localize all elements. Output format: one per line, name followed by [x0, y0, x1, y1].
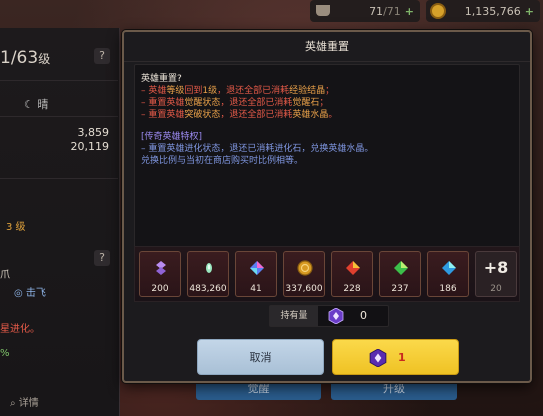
evolve-hint: 星进化。: [0, 324, 40, 335]
percent-label: %: [0, 348, 10, 359]
weather-label: ☾ 晴: [24, 98, 49, 111]
holdings-label: 持有量: [270, 306, 318, 326]
refund-item[interactable]: 337,600: [283, 251, 325, 297]
cancel-button[interactable]: 取消: [197, 339, 324, 375]
divider: [0, 116, 118, 117]
skill-tag: ◎ 击飞: [14, 288, 46, 299]
reset-crystal-icon: [369, 349, 387, 367]
stamina-value: 71: [369, 4, 384, 18]
legend-header: [传奇英雄特权]: [141, 132, 203, 142]
more-items-qty: 20: [490, 284, 502, 294]
more-items-count: +8: [483, 258, 509, 277]
red-stone-icon: [346, 261, 360, 275]
refund-item[interactable]: 483,260: [187, 251, 229, 297]
desc-line-awaken: – 重置英雄觉醒状态，退还全部已消耗觉醒石；: [141, 98, 329, 108]
dialog-title: 英雄重置: [124, 32, 530, 62]
stamina-bar: 71/71 +: [310, 0, 420, 22]
reset-crystal-icon: [328, 308, 344, 324]
hero-info-panel: 1/63级 ? ☾ 晴 3,859 20,119 3 级 ? 爪 ◎ 击飞 星进…: [0, 28, 120, 416]
help-button[interactable]: ?: [94, 48, 110, 64]
hero-reset-dialog: 英雄重置 英雄重置? – 英雄等级回到1级，退还全部已消耗经验结晶； – 重置英…: [122, 30, 532, 383]
divider: [0, 178, 118, 179]
stat-attack: 3,859: [77, 126, 110, 139]
skill-help-button[interactable]: ?: [94, 250, 110, 266]
rank-label: 3 级: [6, 222, 26, 233]
legend-line-1: – 重置英雄进化状态，退还已消耗进化石，兑换英雄水晶。: [141, 144, 374, 154]
exp-crystal-icon: [206, 263, 212, 273]
gold-coin-icon: [430, 3, 446, 19]
desc-line-level: – 英雄等级回到1级，退还全部已消耗经验结晶；: [141, 86, 335, 96]
gold-value: 1,135,766: [464, 4, 521, 18]
gold-coin-icon: [297, 260, 313, 276]
prism-diamond-icon: [250, 261, 264, 275]
more-items-button[interactable]: +8 20: [475, 251, 517, 297]
divider: [0, 80, 118, 81]
gold-bar: 1,135,766 +: [426, 0, 540, 22]
holdings-value: 0: [360, 309, 367, 322]
purple-gem-stack-icon: [156, 261, 166, 275]
add-gold-button[interactable]: +: [525, 5, 534, 18]
hero-level: 1/63级: [0, 48, 51, 68]
stamina-max: 71: [386, 4, 401, 18]
add-stamina-button[interactable]: +: [405, 5, 414, 18]
refund-item[interactable]: 41: [235, 251, 277, 297]
refund-items: 200 483,260 41 337,600 228 237 186 +8 20: [134, 246, 520, 302]
stat-health: 20,119: [70, 140, 110, 153]
blue-stone-icon: [442, 261, 456, 275]
coffee-cup-icon: [316, 5, 330, 16]
confirm-reset-button[interactable]: 1: [332, 339, 459, 375]
green-stone-icon: [394, 261, 408, 275]
refund-item[interactable]: 200: [139, 251, 181, 297]
legend-line-2: 兑换比例与当初在商店购买时比例相等。: [141, 156, 304, 166]
reset-question: 英雄重置?: [141, 74, 182, 84]
refund-item[interactable]: 186: [427, 251, 469, 297]
refund-item[interactable]: 237: [379, 251, 421, 297]
reset-cost: 1: [398, 351, 406, 364]
holdings-display: 持有量 0: [269, 305, 389, 327]
reset-description: 英雄重置? – 英雄等级回到1级，退还全部已消耗经验结晶； – 重置英雄觉醒状态…: [134, 64, 520, 270]
details-link[interactable]: ⌕ 详情: [10, 394, 39, 409]
desc-line-breakthrough: – 重置英雄突破状态，退还全部已消耗英雄水晶。: [141, 110, 338, 120]
skill-name: 爪: [0, 270, 10, 281]
refund-item[interactable]: 228: [331, 251, 373, 297]
